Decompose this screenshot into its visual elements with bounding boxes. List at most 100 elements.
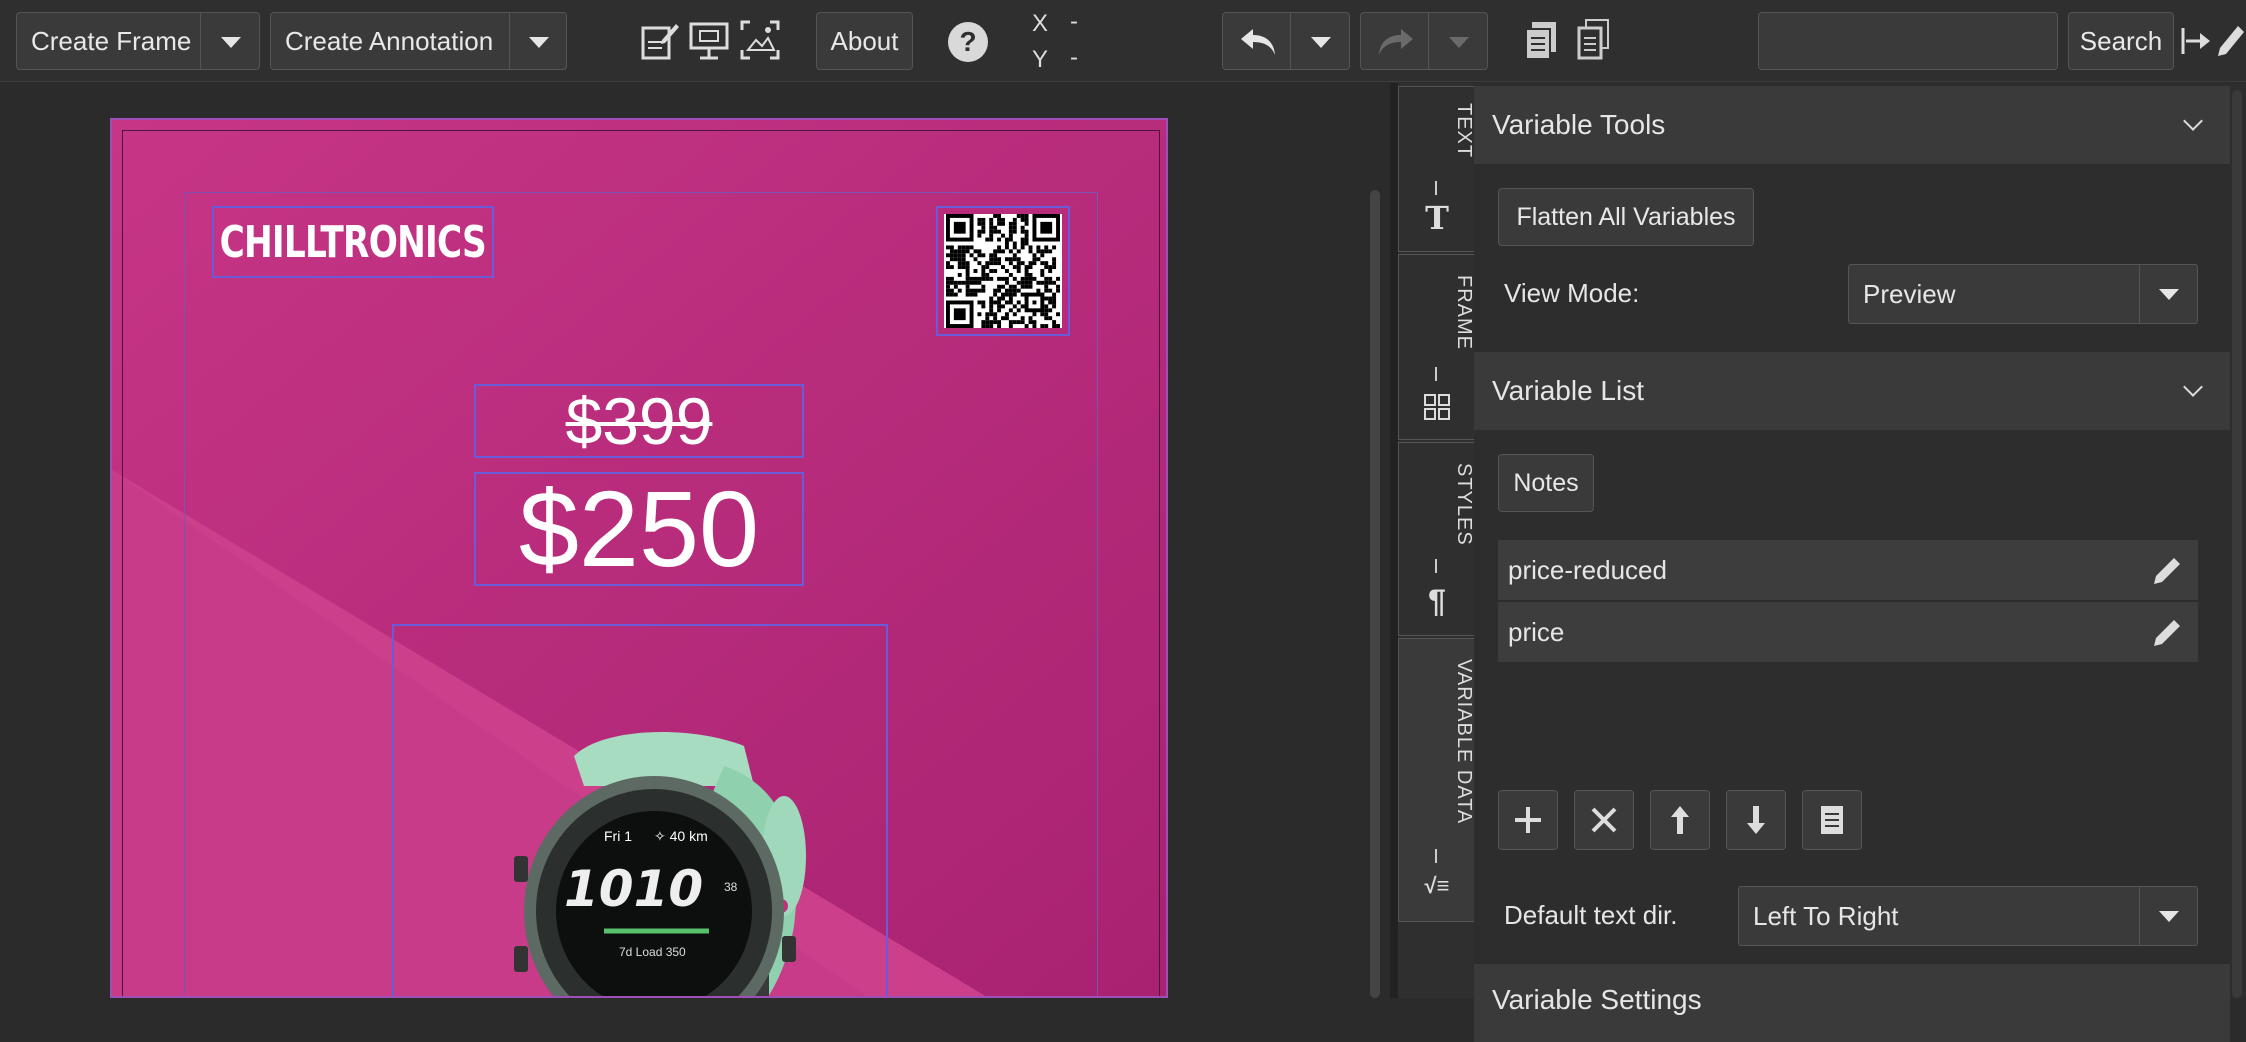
tab-styles[interactable]: STYLES ¶: [1398, 442, 1475, 636]
right-panel-scrollbar[interactable]: [2232, 90, 2242, 998]
pencil-icon[interactable]: [2214, 22, 2246, 60]
old-price-text: $399: [565, 384, 713, 458]
right-panel-divider: [1390, 83, 1398, 998]
watch-time: 1010: [564, 860, 703, 918]
price-box[interactable]: $250: [474, 472, 804, 586]
tab-variable-data[interactable]: VARIABLE DATA √≡: [1398, 638, 1475, 922]
exit-icon[interactable]: [2180, 24, 2214, 58]
brand-logo[interactable]: CHILLTRONICS: [212, 206, 494, 278]
redo-dropdown-icon[interactable]: [1449, 37, 1469, 48]
create-frame-label: Create Frame: [31, 25, 192, 56]
coord-y-value: -: [1070, 44, 1078, 71]
tab-variable-data-divider: [1435, 849, 1437, 863]
copy-icon[interactable]: [1524, 20, 1560, 62]
plus-icon: [1515, 807, 1541, 833]
view-mode-dropdown-icon[interactable]: [2159, 289, 2179, 300]
default-text-dir-select[interactable]: Left To Right: [1738, 886, 2198, 946]
tab-text-label: TEXT: [1453, 103, 1475, 159]
help-icon[interactable]: ?: [948, 22, 988, 62]
search-button[interactable]: Search: [2068, 12, 2174, 70]
search-label: Search: [2079, 25, 2163, 56]
coord-x-value: -: [1070, 8, 1078, 35]
copy-variable-button[interactable]: [1802, 790, 1862, 850]
poster-frame[interactable]: CHILLTRONICS $399 $250 Fri 1 ✧ 40 km 101…: [110, 118, 1168, 998]
view-mode-select[interactable]: Preview: [1848, 264, 2198, 324]
variable-list-header[interactable]: Variable List: [1474, 352, 2230, 430]
redo-button[interactable]: [1360, 12, 1488, 70]
flatten-all-variables-button[interactable]: Flatten All Variables: [1498, 188, 1754, 246]
watch-date: Fri 1: [604, 828, 632, 844]
edit-pencil-icon[interactable]: [2150, 616, 2184, 650]
variable-settings-header[interactable]: Variable Settings: [1474, 964, 2230, 1042]
frame-grid-icon: [1424, 394, 1450, 420]
watch-seconds: 38: [724, 880, 738, 894]
smartwatch-image: Fri 1 ✧ 40 km 1010 38 7d Load 350: [514, 732, 806, 996]
delete-variable-button[interactable]: [1574, 790, 1634, 850]
view-mode-label: View Mode:: [1504, 278, 1640, 308]
create-annotation-label: Create Annotation: [285, 25, 494, 56]
brand-logo-text: CHILLTRONICS: [219, 216, 487, 268]
paste-icon[interactable]: [1576, 18, 1612, 62]
tab-text[interactable]: TEXT T: [1398, 86, 1475, 252]
document-icon: [1821, 806, 1843, 834]
paragraph-icon: ¶: [1428, 583, 1446, 619]
flatten-all-variables-label: Flatten All Variables: [1516, 202, 1736, 231]
move-down-button[interactable]: [1726, 790, 1786, 850]
about-button[interactable]: About: [816, 12, 913, 70]
move-up-button[interactable]: [1650, 790, 1710, 850]
coord-x-label: X: [1032, 10, 1049, 37]
variable-list-title: Variable List: [1492, 375, 1645, 406]
watch-distance: ✧ 40 km: [654, 828, 708, 844]
create-annotation-button[interactable]: Create Annotation: [270, 12, 567, 70]
price-text: $250: [518, 468, 760, 589]
view-mode-value: Preview: [1863, 278, 1956, 309]
tab-styles-divider: [1435, 559, 1437, 573]
variable-tools-chevron-down-icon[interactable]: [2183, 111, 2203, 131]
coord-y-label: Y: [1032, 46, 1049, 73]
list-item-label: price: [1508, 616, 1565, 647]
product-image-frame[interactable]: Fri 1 ✧ 40 km 1010 38 7d Load 350: [392, 624, 888, 996]
notes-label: Notes: [1513, 468, 1579, 497]
tab-text-divider: [1435, 181, 1437, 195]
edit-pencil-icon[interactable]: [2150, 554, 2184, 588]
add-variable-button[interactable]: [1498, 790, 1558, 850]
undo-dropdown-icon[interactable]: [1311, 37, 1331, 48]
canvas-scrollbar[interactable]: [1370, 190, 1380, 998]
undo-button[interactable]: [1222, 12, 1350, 70]
create-frame-button[interactable]: Create Frame: [16, 12, 260, 70]
arrow-up-icon: [1671, 806, 1689, 834]
variable-tools-title: Variable Tools: [1492, 109, 1666, 140]
qr-code[interactable]: [936, 206, 1070, 336]
search-input[interactable]: [1758, 12, 2058, 70]
redo-icon: [1379, 29, 1413, 55]
arrow-down-icon: [1747, 806, 1765, 834]
variable-list-chevron-down-icon[interactable]: [2183, 377, 2203, 397]
close-icon: [1591, 807, 1617, 833]
edit-document-icon[interactable]: [640, 20, 680, 62]
variable-tools-header[interactable]: Variable Tools: [1474, 86, 2230, 164]
tab-variable-data-label: VARIABLE DATA: [1453, 659, 1475, 825]
create-frame-dropdown-icon[interactable]: [221, 37, 241, 48]
help-label: ?: [959, 26, 977, 57]
presentation-icon[interactable]: [688, 20, 730, 62]
default-text-dir-label: Default text dir.: [1504, 900, 1678, 930]
qr-code-image: [944, 214, 1062, 328]
old-price-box[interactable]: $399: [474, 384, 804, 458]
image-placeholder-icon[interactable]: [738, 18, 782, 62]
formula-icon: √≡: [1424, 873, 1450, 898]
create-annotation-dropdown-icon[interactable]: [529, 37, 549, 48]
variable-settings-title: Variable Settings: [1492, 984, 1702, 1015]
notes-button[interactable]: Notes: [1498, 454, 1594, 512]
tab-frame[interactable]: FRAME: [1398, 254, 1475, 440]
about-label: About: [830, 25, 899, 56]
list-item[interactable]: price-reduced: [1498, 540, 2198, 600]
default-text-dir-dropdown-icon[interactable]: [2159, 911, 2179, 922]
tab-frame-label: FRAME: [1453, 275, 1475, 350]
tab-frame-divider: [1435, 367, 1437, 381]
list-item[interactable]: price: [1498, 602, 2198, 662]
undo-icon: [1241, 29, 1275, 55]
default-text-dir-value: Left To Right: [1753, 900, 1899, 931]
watch-load: 7d Load 350: [619, 945, 686, 959]
tab-styles-label: STYLES: [1453, 463, 1475, 546]
text-icon: T: [1425, 199, 1449, 237]
